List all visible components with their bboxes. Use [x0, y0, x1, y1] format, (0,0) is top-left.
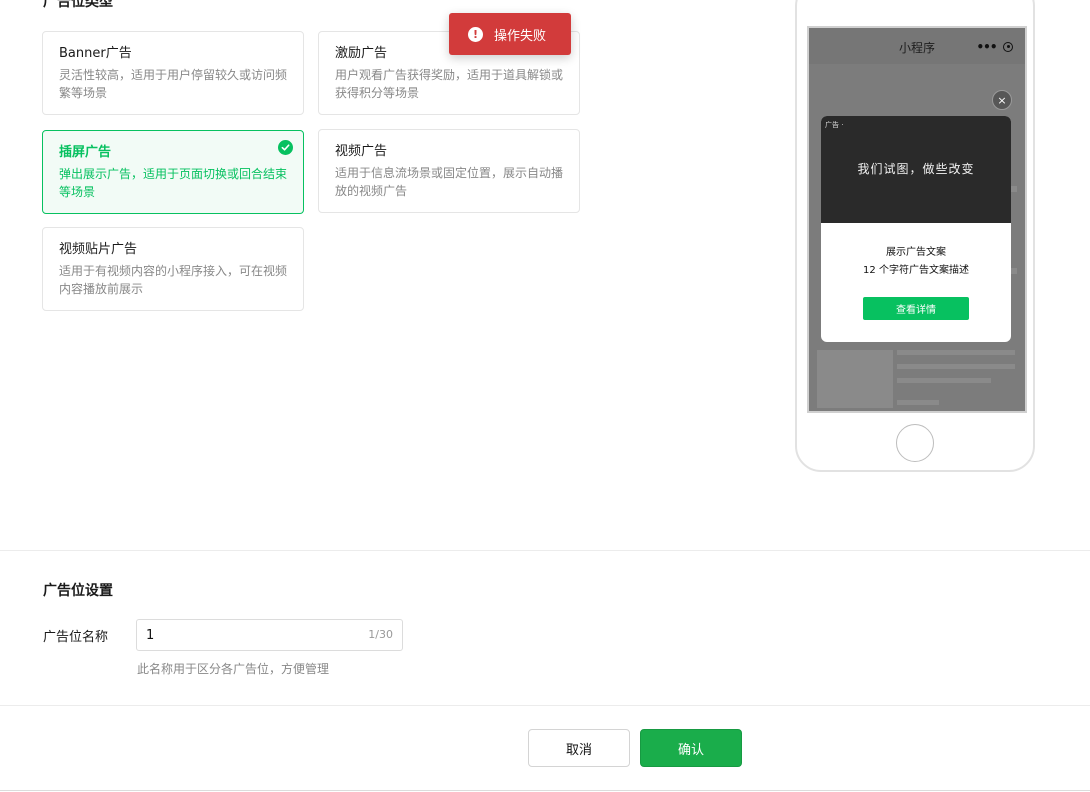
cancel-button[interactable]: 取消: [528, 729, 630, 767]
char-counter: 1/30: [368, 628, 393, 641]
ad-popup-button: 查看详情: [863, 297, 969, 320]
settings-section-title: 广告位设置: [43, 583, 113, 599]
toast-message: 操作失败: [494, 28, 547, 44]
mini-program-nav-bar: 小程序 •••: [809, 28, 1025, 64]
ad-type-desc: 适用于信息流场景或固定位置，展示自动播放的视频广告: [335, 166, 564, 198]
skeleton-line: [897, 400, 939, 405]
phone-preview: 小程序 ••• × 广告 · 我们试图，做些改变 展示广告文案 12 个字符广告…: [795, 0, 1035, 472]
ad-type-section-title: 广告位类型: [43, 0, 113, 10]
close-icon: ×: [992, 90, 1012, 110]
ad-slot-name-input[interactable]: [137, 620, 357, 650]
ad-type-card-video-preroll[interactable]: 视频贴片广告 适用于有视频内容的小程序接入，可在视频内容播放前展示: [42, 227, 304, 311]
ad-type-title: 插屏广告: [59, 145, 112, 160]
check-circle-icon: [278, 140, 293, 155]
footer-divider: [0, 705, 1090, 706]
skeleton-line: [897, 364, 1015, 369]
more-dots-icon: •••: [976, 39, 997, 54]
interstitial-ad-popup: 广告 · 我们试图，做些改变 展示广告文案 12 个字符广告文案描述 查看详情: [821, 116, 1011, 342]
exclamation-icon: !: [468, 26, 483, 42]
phone-home-button: [896, 424, 934, 462]
ad-banner-image: 广告 · 我们试图，做些改变: [821, 116, 1011, 223]
ad-slot-name-hint: 此名称用于区分各广告位，方便管理: [137, 662, 330, 676]
ad-type-card-interstitial[interactable]: 插屏广告 弹出展示广告，适用于页面切换或回合结束等场景: [42, 130, 304, 214]
ad-type-desc: 灵活性较高，适用于用户停留较久或访问频繁等场景: [59, 68, 288, 100]
ad-type-desc: 用户观看广告获得奖励，适用于道具解锁或获得积分等场景: [335, 68, 564, 100]
skeleton-line: [897, 378, 991, 383]
phone-screen: 小程序 ••• × 广告 · 我们试图，做些改变 展示广告文案 12 个字符广告…: [807, 26, 1027, 413]
ad-type-card-banner[interactable]: Banner广告 灵活性较高，适用于用户停留较久或访问频繁等场景: [42, 31, 304, 115]
ad-tag: 广告 ·: [825, 121, 844, 129]
ad-type-desc: 适用于有视频内容的小程序接入，可在视频内容播放前展示: [59, 264, 288, 296]
ad-slot-editor: 广告位类型 Banner广告 灵活性较高，适用于用户停留较久或访问频繁等场景 激…: [0, 0, 1090, 792]
ad-popup-title: 展示广告文案: [886, 247, 946, 258]
skeleton-block: [817, 350, 893, 408]
target-icon: [1003, 41, 1014, 52]
ad-type-desc: 弹出展示广告，适用于页面切换或回合结束等场景: [59, 167, 288, 199]
nav-capsule: •••: [973, 39, 1017, 54]
ad-type-title: 视频贴片广告: [59, 242, 138, 257]
ad-type-title: 视频广告: [335, 144, 388, 159]
ad-slot-name-label: 广告位名称: [43, 630, 109, 645]
ad-type-card-video[interactable]: 视频广告 适用于信息流场景或固定位置，展示自动播放的视频广告: [318, 129, 580, 213]
confirm-button[interactable]: 确认: [640, 729, 742, 767]
section-divider: [0, 550, 1090, 551]
ad-popup-desc: 12 个字符广告文案描述: [863, 265, 969, 276]
ad-banner-text: 我们试图，做些改变: [857, 162, 975, 176]
ad-slot-name-field: 1/30: [136, 619, 403, 651]
skeleton-line: [897, 350, 1015, 355]
error-toast: ! 操作失败: [449, 13, 571, 55]
ad-type-title: Banner广告: [59, 46, 132, 61]
bottom-divider: [0, 790, 1090, 791]
